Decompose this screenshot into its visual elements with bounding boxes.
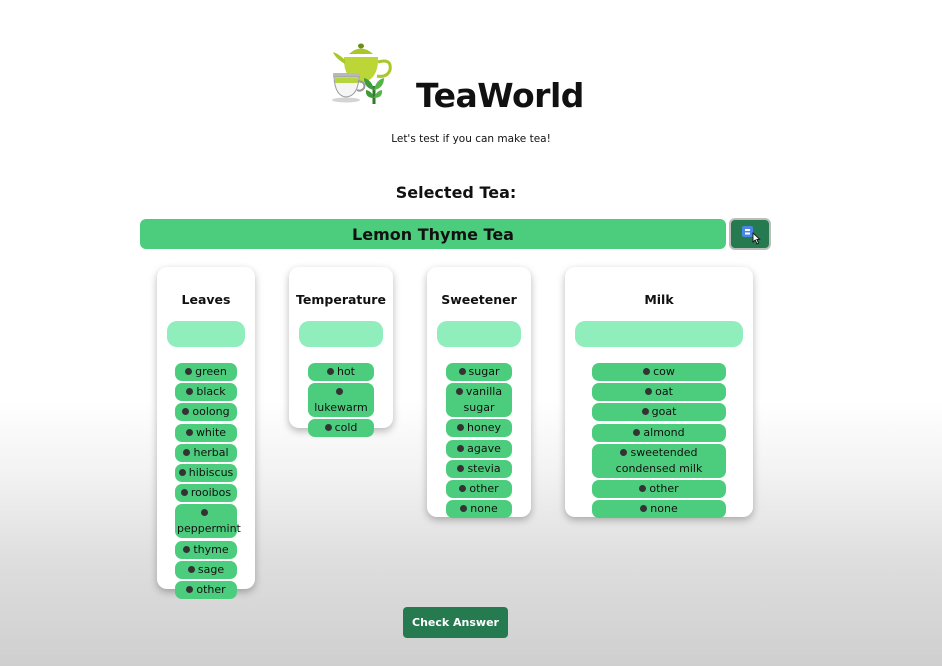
hand-pointer-icon — [752, 231, 761, 245]
milk-option[interactable]: sweetended condensed milk — [592, 443, 726, 478]
header: TeaWorld — [330, 40, 630, 120]
drag-handle-icon — [324, 424, 332, 432]
milk-option[interactable]: almond — [592, 423, 726, 442]
card-temperature: Temperature hot lukewarm cold — [289, 267, 393, 438]
temperature-dropzone[interactable] — [299, 321, 383, 347]
drag-handle-icon — [336, 388, 343, 396]
milk-options: cow oat goat almond sweetended condensed… — [565, 363, 753, 520]
milk-option[interactable]: other — [592, 479, 726, 498]
milk-option[interactable]: none — [592, 500, 726, 519]
drag-handle-icon — [326, 368, 334, 375]
tagline: Let's test if you can make tea! — [391, 133, 551, 145]
drag-handle-icon — [645, 388, 653, 396]
card-milk: Milk cow oat goat almond sweetended cond… — [565, 267, 753, 520]
selected-tea-label: Selected Tea: — [395, 183, 517, 202]
drag-handle-icon — [633, 428, 641, 436]
leaves-option[interactable]: white — [175, 423, 237, 442]
drag-handle-icon — [455, 388, 463, 396]
leaves-option[interactable]: sage — [175, 560, 237, 579]
sweetener-option[interactable]: none — [446, 500, 512, 519]
temperature-option[interactable]: cold — [308, 419, 374, 438]
drag-handle-icon — [459, 484, 467, 492]
leaves-option[interactable]: hibiscus — [175, 463, 237, 482]
sweetener-options: sugar vanilla sugar honey agave stevia o… — [427, 363, 531, 520]
drag-handle-icon — [178, 468, 186, 476]
check-answer-label: Check Answer — [412, 616, 499, 629]
leaves-option[interactable]: thyme — [175, 540, 237, 559]
card-title-leaves: Leaves — [181, 292, 231, 307]
drag-handle-icon — [639, 484, 647, 492]
card-title-milk: Milk — [644, 292, 674, 307]
sweetener-dropzone[interactable] — [437, 321, 521, 347]
drag-handle-icon — [457, 464, 465, 472]
leaves-option[interactable]: other — [175, 580, 237, 599]
sweetener-option[interactable]: agave — [446, 439, 512, 458]
drag-handle-icon — [458, 368, 466, 375]
milk-option[interactable]: oat — [592, 383, 726, 402]
drag-handle-icon — [201, 509, 208, 517]
milk-option[interactable]: cow — [592, 363, 726, 381]
drag-handle-icon — [185, 368, 193, 375]
shuffle-tea-button[interactable] — [729, 218, 771, 250]
drag-handle-icon — [180, 489, 188, 497]
brand-title: TeaWorld — [416, 76, 584, 115]
milk-dropzone[interactable] — [575, 321, 743, 347]
shuffle-icon — [742, 226, 761, 245]
milk-option[interactable]: goat — [592, 403, 726, 422]
check-answer-button[interactable]: Check Answer — [403, 607, 508, 638]
temperature-option[interactable]: hot — [308, 363, 374, 381]
drag-handle-icon — [182, 408, 190, 416]
leaves-option[interactable]: oolong — [175, 403, 237, 422]
drag-handle-icon — [185, 428, 193, 436]
drag-handle-icon — [187, 565, 195, 573]
sweetener-option[interactable]: honey — [446, 419, 512, 438]
drag-handle-icon — [620, 448, 628, 456]
drag-handle-icon — [186, 585, 194, 593]
drag-handle-icon — [457, 424, 465, 432]
card-sweetener: Sweetener sugar vanilla sugar honey agav… — [427, 267, 531, 520]
leaves-option[interactable]: green — [175, 363, 237, 381]
sweetener-option[interactable]: sugar — [446, 363, 512, 381]
temperature-options: hot lukewarm cold — [289, 363, 393, 440]
sweetener-option[interactable]: stevia — [446, 459, 512, 478]
leaves-options: green black oolong white herbal hibiscus… — [157, 363, 255, 601]
selected-tea-bar: Lemon Thyme Tea — [140, 219, 726, 249]
drag-handle-icon — [183, 448, 191, 456]
card-leaves: Leaves green black oolong white herbal h… — [157, 267, 255, 599]
sweetener-option[interactable]: vanilla sugar — [446, 383, 512, 418]
drag-handle-icon — [186, 388, 194, 396]
card-title-temperature: Temperature — [296, 292, 386, 307]
drag-handle-icon — [641, 408, 649, 416]
sweetener-option[interactable]: other — [446, 479, 512, 498]
teapot-logo-icon — [330, 40, 396, 110]
drag-handle-icon — [460, 505, 468, 513]
drag-handle-icon — [183, 545, 191, 553]
leaves-option[interactable]: black — [175, 383, 237, 402]
card-title-sweetener: Sweetener — [441, 292, 517, 307]
leaves-option[interactable]: peppermint — [175, 504, 241, 539]
leaves-option[interactable]: rooibos — [175, 484, 237, 503]
selected-tea-name: Lemon Thyme Tea — [352, 224, 514, 244]
drag-handle-icon — [643, 368, 651, 375]
leaves-dropzone[interactable] — [167, 321, 245, 347]
drag-handle-icon — [640, 505, 648, 513]
leaves-option[interactable]: herbal — [175, 443, 237, 462]
temperature-option[interactable]: lukewarm — [308, 383, 374, 418]
drag-handle-icon — [457, 444, 465, 452]
